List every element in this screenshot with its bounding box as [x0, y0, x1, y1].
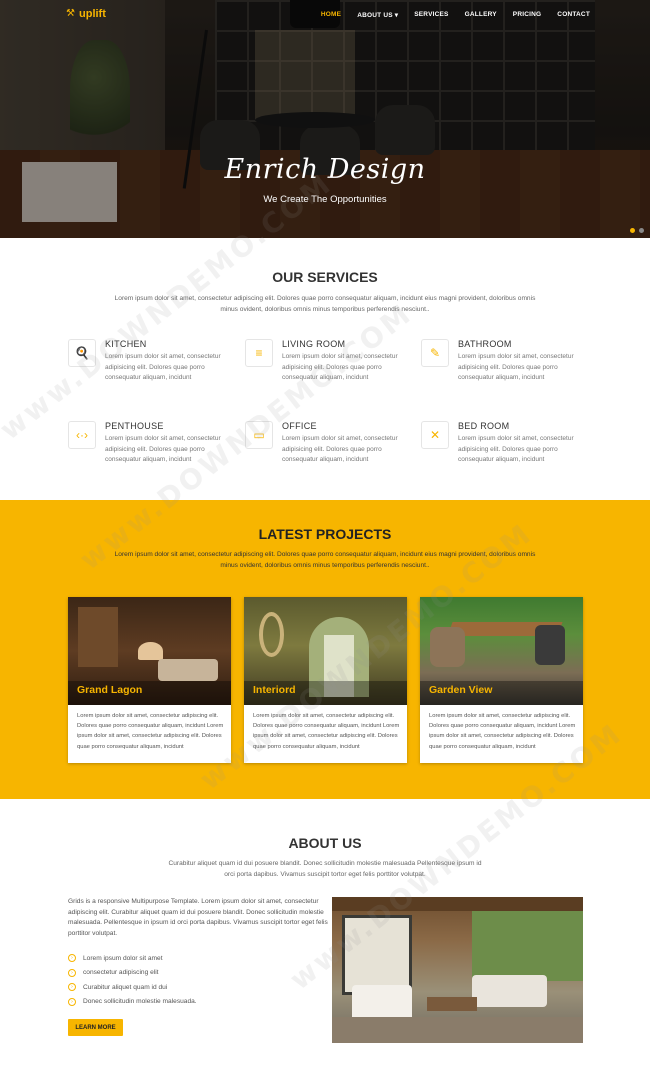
- project-name: Garden View: [429, 684, 493, 696]
- service-name: BATHROOM: [458, 339, 512, 349]
- about-body: Grids is a responsive Multipurpose Templ…: [68, 898, 328, 937]
- about-image: [332, 897, 583, 1043]
- hero-title: Enrich Design: [224, 154, 426, 185]
- list-item: › consectetur adipiscing elit: [68, 966, 197, 981]
- projects-section: LATEST PROJECTS Lorem ipsum dolor sit am…: [0, 500, 650, 799]
- menu-item-about[interactable]: ABOUT US ▾: [357, 11, 398, 19]
- slider-dot-1[interactable]: [630, 228, 635, 233]
- projects-description: Lorem ipsum dolor sit amet, consectetur …: [114, 551, 536, 569]
- service-penthouse: ‹·› PENTHOUSE Lorem ipsum dolor sit amet…: [68, 421, 238, 491]
- project-name: Interiord: [253, 684, 296, 696]
- arrow-right-icon: ›: [68, 983, 76, 992]
- top-navigation: ⚒ uplift HOME ABOUT US ▾ SERVICES GALLER…: [0, 0, 650, 30]
- menu-item-pricing[interactable]: PRICING: [513, 11, 542, 19]
- service-office: ▭ OFFICE Lorem ipsum dolor sit amet, con…: [245, 421, 415, 491]
- about-bullet-list: › Lorem ipsum dolor sit amet › consectetur…: [68, 951, 197, 1009]
- service-living-room: ≡ LIVING ROOM Lorem ipsum dolor sit amet…: [245, 339, 415, 409]
- logo-text: uplift: [79, 8, 106, 20]
- learn-more-button[interactable]: LEARN MORE: [68, 1019, 123, 1036]
- service-text: Lorem ipsum dolor sit amet, consectetur …: [282, 435, 398, 463]
- tools-icon: ✕: [421, 421, 449, 449]
- kitchen-icon: 🍳: [68, 339, 96, 367]
- service-name: LIVING ROOM: [282, 339, 346, 349]
- service-text: Lorem ipsum dolor sit amet, consectetur …: [105, 353, 221, 381]
- service-text: Lorem ipsum dolor sit amet, consectetur …: [458, 353, 574, 381]
- arrow-right-icon: ›: [68, 968, 76, 977]
- arrow-right-icon: ›: [68, 997, 76, 1006]
- project-card-grand-lagon[interactable]: Grand Lagon Lorem ipsum dolor sit amet, …: [68, 597, 231, 763]
- service-name: PENTHOUSE: [105, 421, 164, 431]
- about-title: ABOUT US: [288, 835, 362, 851]
- services-description: Lorem ipsum dolor sit amet, consectetur …: [114, 295, 536, 313]
- project-name: Grand Lagon: [77, 684, 143, 696]
- service-text: Lorem ipsum dolor sit amet, consectetur …: [458, 435, 574, 463]
- services-title: OUR SERVICES: [272, 269, 378, 285]
- menu-item-gallery[interactable]: GALLERY: [465, 11, 497, 19]
- project-text: Lorem ipsum dolor sit amet, consectetur …: [429, 713, 576, 750]
- projects-title: LATEST PROJECTS: [258, 526, 392, 542]
- service-kitchen: 🍳 KITCHEN Lorem ipsum dolor sit amet, co…: [68, 339, 238, 409]
- service-name: OFFICE: [282, 421, 317, 431]
- edit-icon: ✎: [421, 339, 449, 367]
- tools-icon: ⚒: [66, 8, 75, 19]
- browser-icon: ▭: [245, 421, 273, 449]
- service-text: Lorem ipsum dolor sit amet, consectetur …: [282, 353, 398, 381]
- slider-dots: [630, 228, 644, 233]
- sofa-icon: ≡: [245, 339, 273, 367]
- project-card-interiord[interactable]: Interiord Lorem ipsum dolor sit amet, co…: [244, 597, 407, 763]
- list-item: › Curabitur aliquet quam id dui: [68, 980, 197, 995]
- arrow-right-icon: ›: [68, 954, 76, 963]
- service-bathroom: ✎ BATHROOM Lorem ipsum dolor sit amet, c…: [421, 339, 591, 409]
- logo[interactable]: ⚒ uplift: [66, 8, 106, 20]
- menu-item-home[interactable]: HOME: [321, 11, 341, 19]
- project-card-garden-view[interactable]: Garden View Lorem ipsum dolor sit amet, …: [420, 597, 583, 763]
- menu-item-contact[interactable]: CONTACT: [557, 11, 590, 19]
- code-icon: ‹·›: [68, 421, 96, 449]
- menu-item-services[interactable]: SERVICES: [414, 11, 448, 19]
- project-text: Lorem ipsum dolor sit amet, consectetur …: [77, 713, 224, 750]
- project-text: Lorem ipsum dolor sit amet, consectetur …: [253, 713, 400, 750]
- list-item: › Donec sollicitudin molestie malesuada.: [68, 995, 197, 1010]
- service-name: BED ROOM: [458, 421, 510, 431]
- hero-subtitle: We Create The Opportunities: [263, 194, 387, 205]
- service-bed-room: ✕ BED ROOM Lorem ipsum dolor sit amet, c…: [421, 421, 591, 491]
- about-description: Curabitur aliquet quam id dui posuere bl…: [168, 860, 482, 878]
- main-menu: HOME ABOUT US ▾ SERVICES GALLERY PRICING…: [321, 11, 590, 19]
- service-name: KITCHEN: [105, 339, 147, 349]
- hero-banner: ⚒ uplift HOME ABOUT US ▾ SERVICES GALLER…: [0, 0, 650, 238]
- service-text: Lorem ipsum dolor sit amet, consectetur …: [105, 435, 221, 463]
- slider-dot-2[interactable]: [639, 228, 644, 233]
- list-item: › Lorem ipsum dolor sit amet: [68, 951, 197, 966]
